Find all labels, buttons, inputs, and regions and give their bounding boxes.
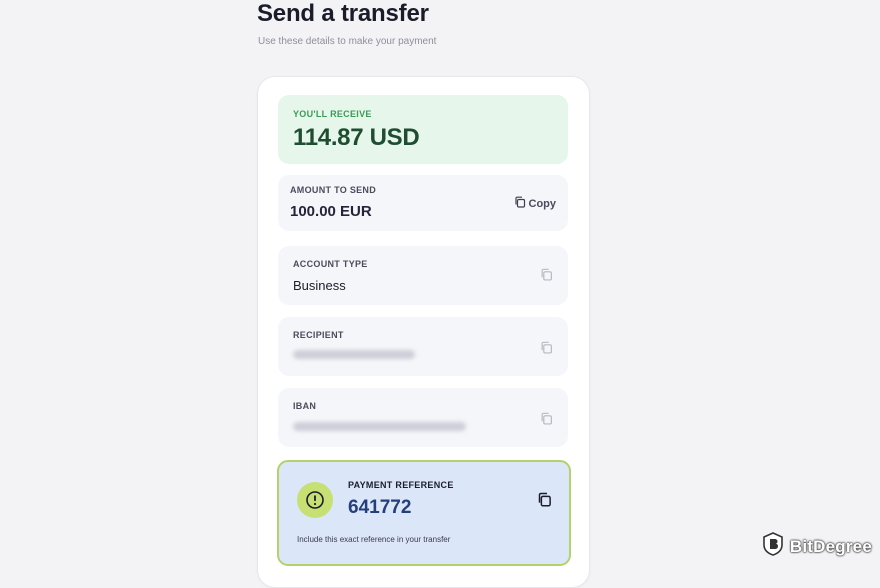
payment-reference-label: PAYMENT REFERENCE [348,480,454,490]
payment-reference-box: PAYMENT REFERENCE 641772 Include this ex… [277,460,571,566]
bitdegree-watermark: BitDegree [762,532,872,561]
copy-reference-icon[interactable] [537,492,551,507]
account-type-box: ACCOUNT TYPE Business [278,246,568,305]
payment-reference-note: Include this exact reference in your tra… [297,535,451,544]
iban-label: IBAN [293,401,317,411]
copy-recipient-icon[interactable] [540,341,554,355]
recipient-value-redacted [293,350,415,359]
account-type-value: Business [293,278,346,293]
copy-account-type-icon[interactable] [540,268,554,282]
copy-icon [514,196,526,211]
page-subtitle: Use these details to make your payment [258,36,437,47]
alert-icon [297,482,333,518]
copy-amount-button[interactable]: Copy [514,196,557,211]
amount-to-send-label: AMOUNT TO SEND [290,185,377,195]
page-title: Send a transfer [257,0,429,27]
recipient-label: RECIPIENT [293,330,344,340]
iban-box: IBAN [278,388,568,447]
copy-button-label: Copy [528,197,557,210]
receive-label: YOU'LL RECEIVE [293,109,372,119]
payment-reference-value: 641772 [348,497,412,518]
amount-to-send-box: AMOUNT TO SEND 100.00 EUR Copy [278,175,568,231]
receive-amount: 114.87 USD [293,124,420,151]
receive-amount-box: YOU'LL RECEIVE 114.87 USD [278,95,568,164]
bitdegree-logo-icon [762,532,784,561]
watermark-text: BitDegree [789,536,872,556]
recipient-box: RECIPIENT [278,317,568,376]
iban-value-redacted [293,422,466,431]
amount-to-send-value: 100.00 EUR [290,203,372,220]
account-type-label: ACCOUNT TYPE [293,259,368,269]
copy-iban-icon[interactable] [540,412,554,426]
